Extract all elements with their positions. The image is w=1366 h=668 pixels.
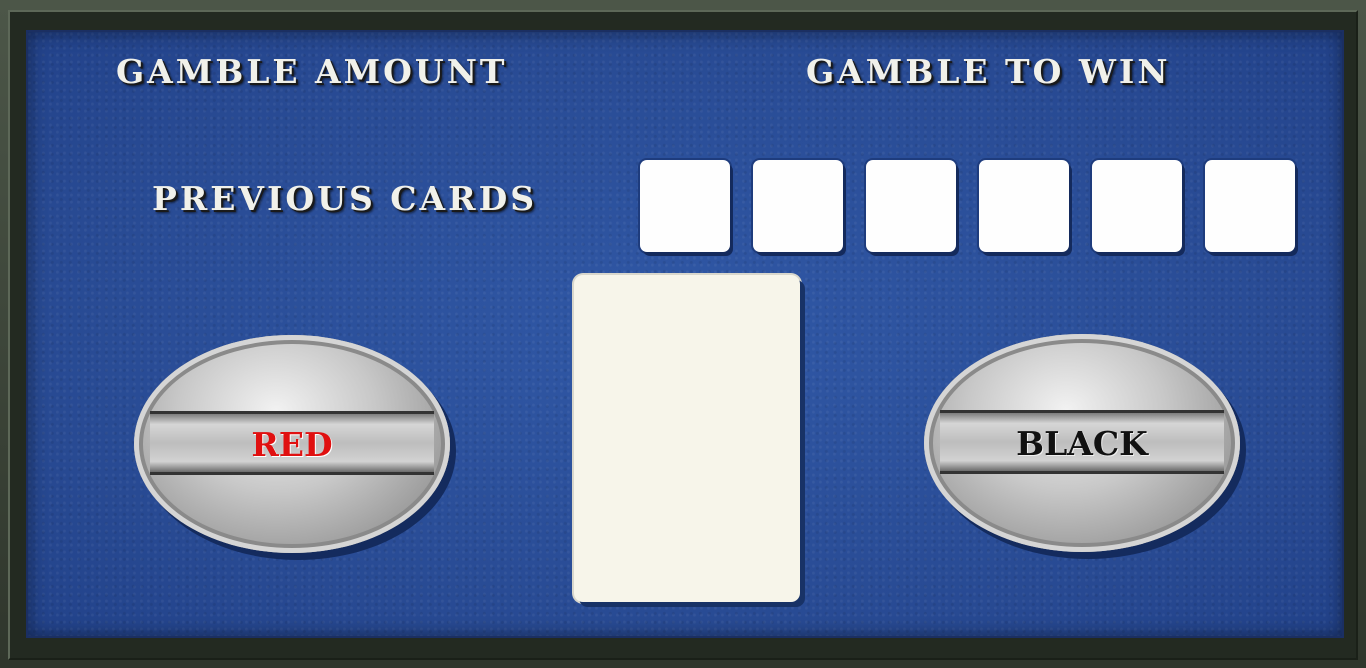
previous-card-slot-4 xyxy=(979,160,1069,252)
black-button-label: BLACK xyxy=(1016,423,1148,463)
gamble-to-win-label: GAMBLE TO WIN xyxy=(806,52,1171,91)
previous-card-slot-1 xyxy=(640,160,730,252)
previous-cards-label: PREVIOUS CARDS xyxy=(152,179,538,218)
previous-card-slot-3 xyxy=(866,160,956,252)
gamble-amount-label: GAMBLE AMOUNT xyxy=(116,52,508,91)
gamble-table: GAMBLE AMOUNT GAMBLE TO WIN PREVIOUS CAR… xyxy=(26,30,1344,638)
black-button[interactable]: BLACK xyxy=(924,334,1240,552)
game-frame: GAMBLE AMOUNT GAMBLE TO WIN PREVIOUS CAR… xyxy=(0,0,1366,668)
previous-card-slot-2 xyxy=(753,160,843,252)
red-button-label: RED xyxy=(251,424,333,464)
previous-card-slot-5 xyxy=(1092,160,1182,252)
red-button[interactable]: RED xyxy=(134,335,450,553)
previous-card-slot-6 xyxy=(1205,160,1295,252)
gamble-card xyxy=(574,275,800,602)
